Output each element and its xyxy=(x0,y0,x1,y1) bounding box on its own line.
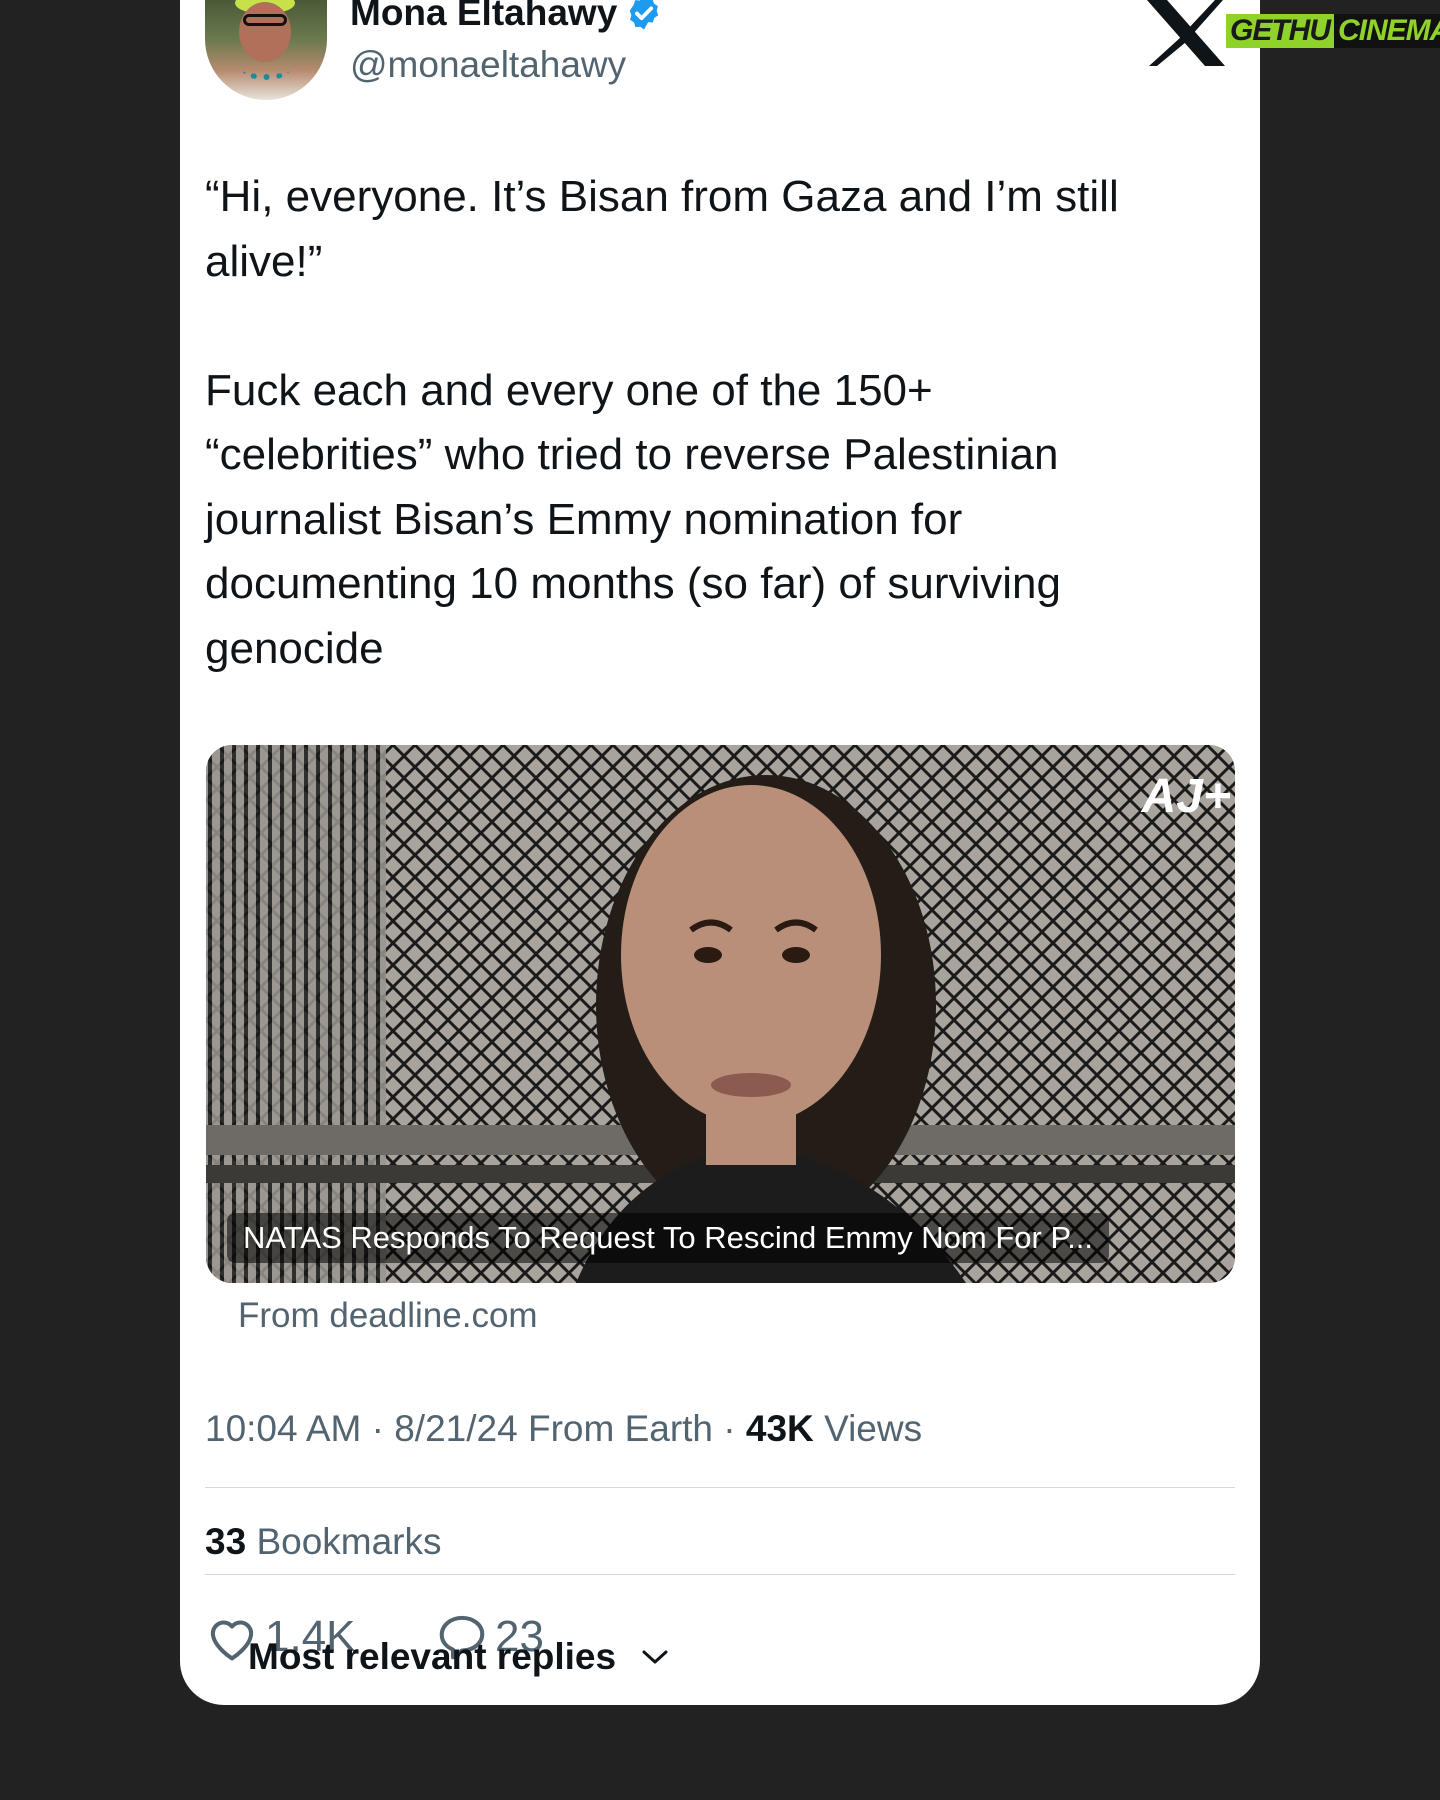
chevron-down-icon xyxy=(642,1650,668,1664)
tweet-date[interactable]: 8/21/24 xyxy=(394,1408,517,1449)
watermark-part1: GETHU xyxy=(1226,14,1334,48)
tweet-text: “Hi, everyone. It’s Bisan from Gaza and … xyxy=(205,172,1119,673)
media-caption: NATAS Responds To Request To Rescind Emm… xyxy=(227,1213,1109,1263)
tweet-time[interactable]: 10:04 AM xyxy=(205,1408,361,1449)
author-name[interactable]: Mona Eltahawy xyxy=(350,0,663,34)
divider xyxy=(205,1574,1235,1575)
media-logo: AJ+ xyxy=(1141,770,1231,823)
views-count: 43K xyxy=(745,1408,814,1449)
bookmarks-stat[interactable]: 33 Bookmarks xyxy=(205,1521,442,1563)
channel-watermark: GETHU CINEMA xyxy=(1222,10,1440,52)
tweet-meta: 10:04 AM · 8/21/24 From Earth · 43K View… xyxy=(205,1408,922,1450)
views-label: Views xyxy=(824,1408,923,1449)
author-handle[interactable]: @monaeltahawy xyxy=(350,44,626,86)
video-card[interactable]: AJ+ NATAS Responds To Request To Rescind… xyxy=(206,745,1235,1283)
meta-separator: · xyxy=(371,1408,384,1449)
replies-sort-label: Most relevant replies xyxy=(248,1636,617,1677)
bookmarks-count: 33 xyxy=(205,1521,247,1562)
watermark-part2: CINEMA xyxy=(1334,14,1440,48)
replies-sort-dropdown[interactable]: Most relevant replies xyxy=(248,1636,670,1678)
video-thumbnail xyxy=(206,745,1235,1283)
tweet-location: From Earth xyxy=(527,1408,714,1449)
author-name-text: Mona Eltahawy xyxy=(350,0,618,33)
x-logo-icon xyxy=(1147,0,1225,66)
divider xyxy=(205,1487,1235,1488)
meta-separator: · xyxy=(723,1408,736,1449)
verified-badge-icon xyxy=(630,0,659,30)
bookmarks-label: Bookmarks xyxy=(256,1521,442,1562)
link-source[interactable]: From deadline.com xyxy=(238,1296,538,1336)
